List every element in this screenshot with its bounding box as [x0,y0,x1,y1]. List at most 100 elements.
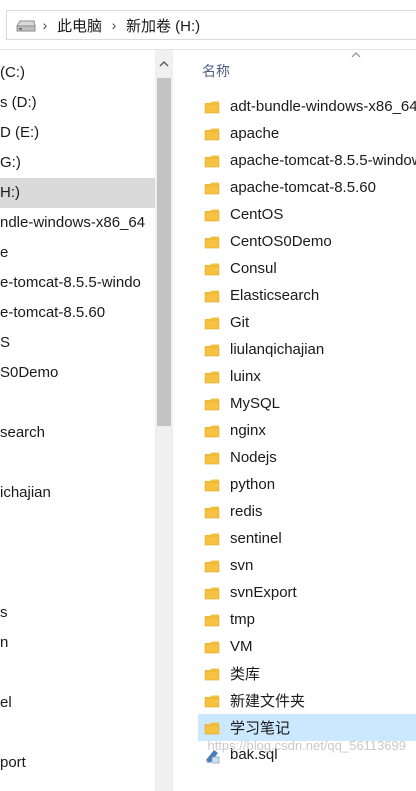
nav-item-label: ichajian [0,484,51,501]
folder-icon [204,370,220,384]
folder-icon [204,316,220,330]
nav-item[interactable] [0,448,155,478]
file-name: apache [230,125,280,142]
folder-icon [204,181,220,195]
nav-item[interactable]: e [0,238,155,268]
nav-item-label: e-tomcat-8.5.60 [0,304,106,321]
list-item[interactable]: apache [198,120,416,147]
list-item[interactable]: VM [198,633,416,660]
folder-icon [204,262,220,276]
list-item[interactable]: Elasticsearch [198,282,416,309]
file-name: Elasticsearch [230,287,320,304]
folder-icon [204,721,220,735]
folder-icon [204,424,220,438]
folder-icon [204,100,220,114]
nav-item[interactable]: H:) [0,178,155,208]
folder-icon [204,397,220,411]
list-item[interactable]: luinx [198,363,416,390]
list-item[interactable]: liulanqichajian [198,336,416,363]
file-name: nginx [230,422,266,439]
file-name: redis [230,503,263,520]
list-item[interactable]: CentOS0Demo [198,228,416,255]
list-item[interactable]: CentOS [198,201,416,228]
nav-item[interactable]: el [0,688,155,718]
nav-item[interactable] [0,718,155,748]
file-name: CentOS0Demo [230,233,332,250]
list-item[interactable]: Nodejs [198,444,416,471]
list-item[interactable]: sentinel [198,525,416,552]
nav-item[interactable]: G:) [0,148,155,178]
folder-icon [204,505,220,519]
breadcrumb-volume-h[interactable]: 新加卷 (H:) [122,15,204,36]
folder-icon [204,235,220,249]
list-item[interactable]: tmp [198,606,416,633]
list-item[interactable]: apache-tomcat-8.5.60 [198,174,416,201]
list-item[interactable]: Git [198,309,416,336]
file-name: Consul [230,260,277,277]
nav-item[interactable]: e-tomcat-8.5.5-windo [0,268,155,298]
nav-item[interactable]: ichajian [0,478,155,508]
folder-icon [204,478,220,492]
nav-item[interactable]: e-tomcat-8.5.60 [0,298,155,328]
nav-item[interactable]: D (E:) [0,118,155,148]
column-header-name[interactable]: 名称 [202,61,230,81]
file-name: svnExport [230,584,297,601]
nav-item[interactable]: S0Demo [0,358,155,388]
nav-item[interactable]: port [0,748,155,778]
nav-item[interactable]: ndle-windows-x86_64 [0,208,155,238]
list-item[interactable]: adt-bundle-windows-x86_64 [198,93,416,120]
nav-item[interactable]: search [0,418,155,448]
list-item[interactable]: python [198,471,416,498]
list-item[interactable]: nginx [198,417,416,444]
nav-scrollbar[interactable] [155,50,173,791]
list-item[interactable]: redis [198,498,416,525]
nav-item[interactable]: s [0,598,155,628]
nav-item-label: S [0,334,11,351]
folder-icon [204,154,220,168]
file-name: Nodejs [230,449,277,466]
chevron-right-icon[interactable]: › [106,17,122,33]
nav-item[interactable] [0,508,155,538]
file-name: sentinel [230,530,282,547]
file-name: python [230,476,276,493]
list-item[interactable]: svnExport [198,579,416,606]
file-name: VM [230,638,253,655]
drive-icon [16,20,36,32]
nav-item[interactable]: s (D:) [0,88,155,118]
nav-item[interactable] [0,538,155,568]
nav-item[interactable] [0,568,155,598]
file-name: tmp [230,611,256,628]
nav-item-label: s [0,604,8,621]
nav-item-label: n [0,634,9,651]
file-name: Git [230,314,250,331]
nav-item[interactable]: n [0,628,155,658]
nav-item[interactable] [0,658,155,688]
nav-item[interactable]: S [0,328,155,358]
list-item[interactable]: 学习笔记 [198,714,416,741]
folder-icon [204,127,220,141]
folder-icon [204,586,220,600]
address-bar: › 此电脑 › 新加卷 (H:) [0,0,416,50]
nav-item-label: D (E:) [0,124,40,141]
list-item[interactable]: Consul [198,255,416,282]
scroll-up-icon[interactable] [155,54,173,72]
list-item[interactable]: apache-tomcat-8.5.5-windows [198,147,416,174]
file-list: 名称 adt-bundle-windows-x86_64apache apache… [190,50,416,791]
list-item[interactable]: 类库 [198,660,416,687]
folder-icon [204,532,220,546]
file-name: MySQL [230,395,281,412]
folder-icon [204,289,220,303]
scrollbar-thumb[interactable] [157,78,171,426]
file-name: apache-tomcat-8.5.5-windows [230,152,416,169]
nav-item-label: e [0,244,9,261]
address-field[interactable]: › 此电脑 › 新加卷 (H:) [6,10,416,40]
column-header-label: 名称 [202,63,230,79]
list-item[interactable]: MySQL [198,390,416,417]
nav-item[interactable] [0,388,155,418]
watermark: https://blog.csdn.net/qq_56113699 [207,738,406,753]
list-item[interactable]: svn [198,552,416,579]
breadcrumb-this-pc[interactable]: 此电脑 [53,15,106,36]
nav-item[interactable]: (C:) [0,58,155,88]
chevron-right-icon[interactable]: › [37,17,53,33]
list-item[interactable]: 新建文件夹 [198,687,416,714]
